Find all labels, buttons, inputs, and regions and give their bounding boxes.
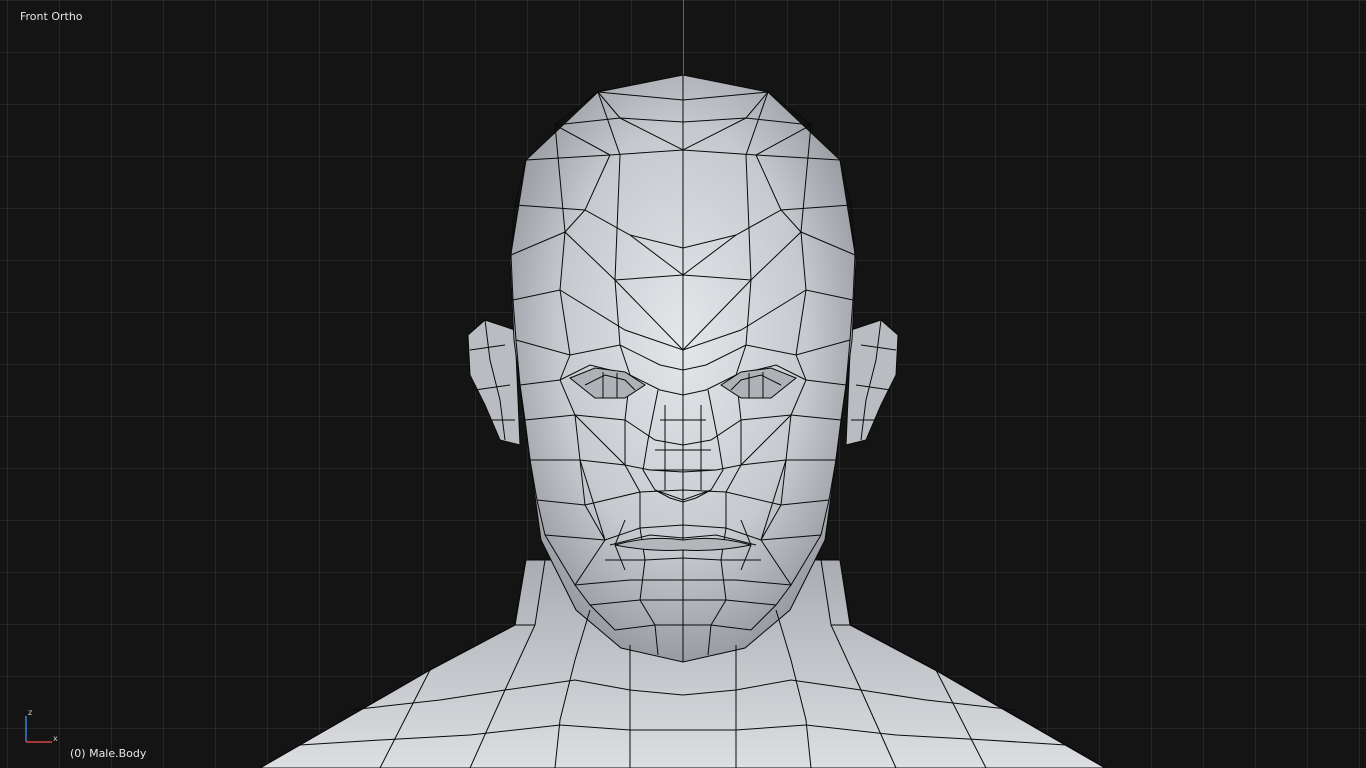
3d-viewport[interactable]: Front Ortho z x (0) Male.Body (0, 0, 1366, 768)
right-ear (845, 319, 899, 446)
left-ear (467, 319, 521, 446)
active-object-label: (0) Male.Body (70, 747, 147, 760)
axis-gizmo: z x (25, 708, 58, 743)
axis-z-label: z (28, 708, 32, 717)
view-name-label: Front Ortho (20, 10, 83, 23)
head-mesh[interactable] (0, 0, 1366, 768)
axis-x-label: x (53, 734, 58, 743)
